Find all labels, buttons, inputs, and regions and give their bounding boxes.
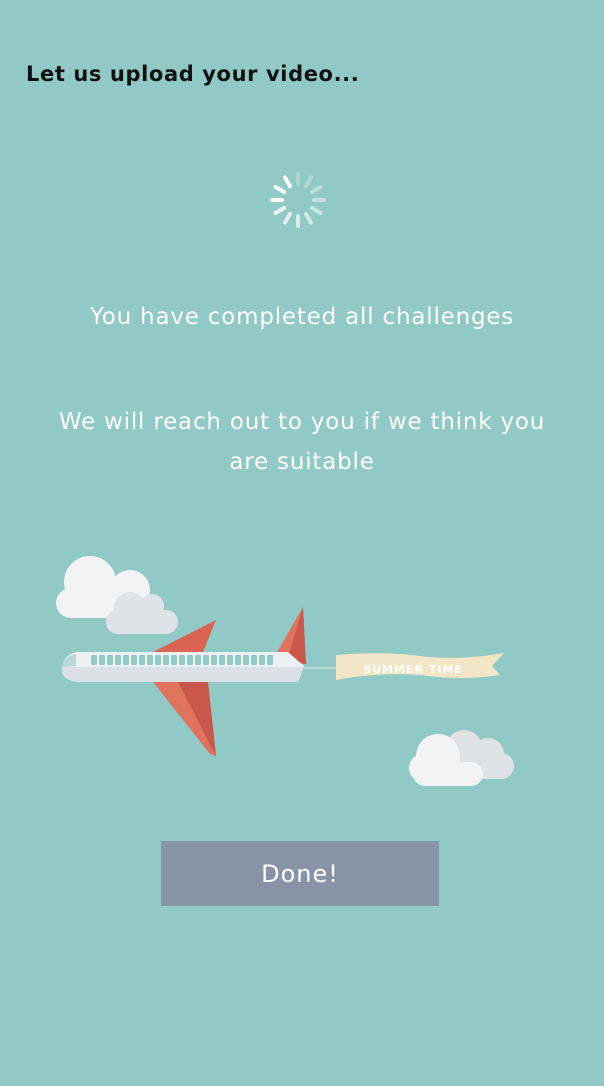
airplane-illustration: SUMMER TIME — [56, 556, 514, 786]
banner-icon: SUMMER TIME — [304, 653, 504, 680]
completed-message: You have completed all challenges — [89, 304, 515, 330]
airplane-icon — [61, 607, 306, 756]
done-button[interactable]: Done! — [161, 841, 439, 906]
banner-text: SUMMER TIME — [363, 663, 463, 676]
follow-up-message: We will reach out to you if we think you… — [58, 409, 546, 475]
loading-spinner-icon — [270, 172, 326, 228]
page-title: Let us upload your video... — [26, 62, 360, 86]
